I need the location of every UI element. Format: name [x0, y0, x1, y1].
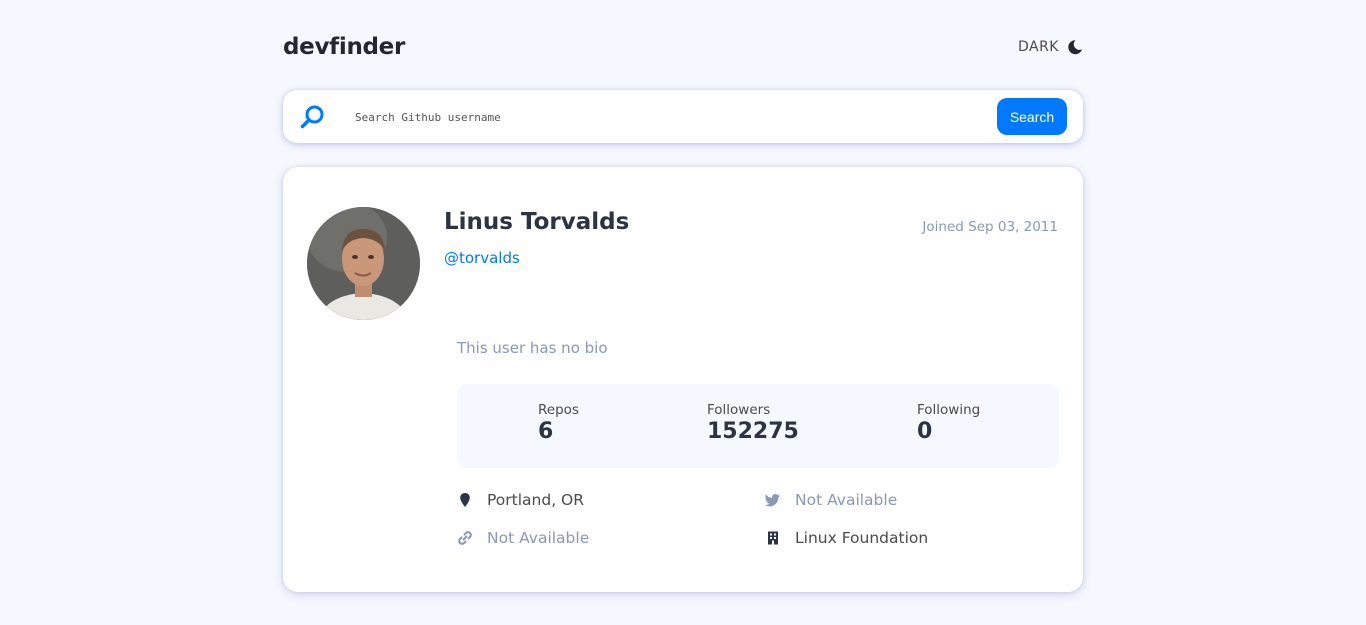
stat-followers-value: 152275 — [707, 419, 799, 444]
twitter-info: Not Available — [765, 491, 897, 509]
twitter-icon — [765, 492, 781, 508]
stat-repos-label: Repos — [538, 402, 579, 418]
profile-card: Linus Torvalds @torvalds Joined Sep 03, … — [283, 167, 1083, 592]
search-bar: Search — [283, 90, 1083, 143]
location-text: Portland, OR — [487, 491, 585, 509]
joined-date: Joined Sep 03, 2011 — [922, 219, 1058, 235]
location-pin-icon — [457, 492, 473, 508]
theme-toggle[interactable]: DARK — [1018, 39, 1083, 55]
website-info: Not Available — [457, 529, 589, 547]
theme-toggle-label: DARK — [1017, 39, 1059, 55]
avatar — [307, 207, 420, 320]
company-text: Linux Foundation — [795, 529, 929, 547]
stat-following: Following 0 — [917, 402, 980, 444]
user-bio: This user has no bio — [457, 339, 608, 357]
search-input[interactable] — [347, 104, 987, 130]
stat-repos: Repos 6 — [538, 402, 579, 444]
stat-followers: Followers 152275 — [707, 402, 799, 444]
company-info: Linux Foundation — [765, 529, 928, 547]
app-logo: devfinder — [283, 34, 406, 60]
user-name: Linus Torvalds — [444, 209, 630, 235]
stat-repos-value: 6 — [538, 419, 554, 444]
stat-following-value: 0 — [917, 419, 933, 444]
stat-following-label: Following — [917, 402, 981, 418]
search-button[interactable]: Search — [997, 98, 1067, 135]
search-icon — [299, 104, 325, 130]
website-text: Not Available — [487, 529, 590, 547]
moon-icon — [1067, 39, 1083, 55]
link-icon — [457, 530, 473, 546]
stats-panel: Repos 6 Followers 152275 Following 0 — [457, 384, 1059, 468]
user-login-link[interactable]: @torvalds — [444, 249, 520, 267]
stat-followers-label: Followers — [707, 402, 771, 418]
header: devfinder DARK — [283, 34, 1083, 68]
twitter-text: Not Available — [795, 491, 898, 509]
building-icon — [765, 530, 781, 546]
location-info: Portland, OR — [457, 491, 584, 509]
